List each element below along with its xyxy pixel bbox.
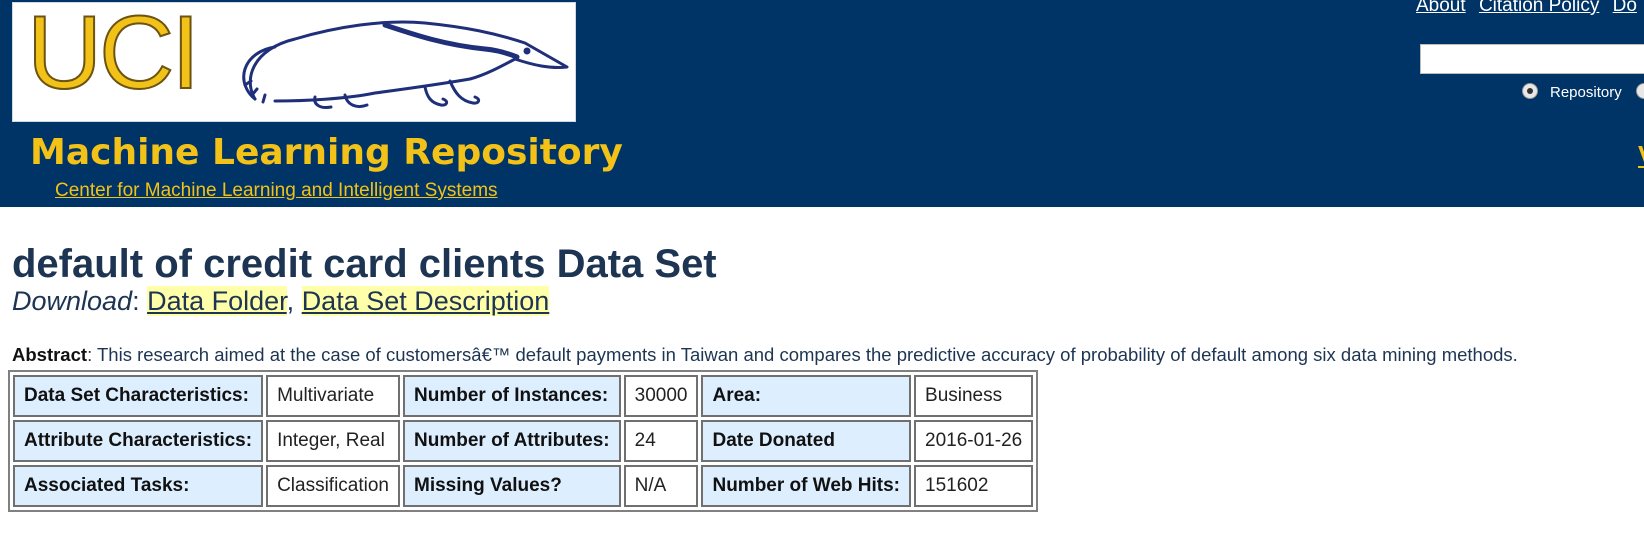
value-number-of-attributes: 24	[623, 420, 699, 462]
value-missing-values: N/A	[623, 465, 699, 507]
center-link[interactable]: Center for Machine Learning and Intellig…	[55, 180, 498, 202]
label-number-of-attributes: Number of Attributes:	[403, 420, 621, 462]
dataset-info-table: Data Set Characteristics: Multivariate N…	[8, 370, 1039, 512]
top-nav: About Citation Policy Do	[1416, 0, 1644, 17]
radio-repository-label: Repository	[1550, 84, 1622, 101]
label-attribute-characteristics: Attribute Characteristics:	[13, 420, 264, 462]
site-header: UCI Machine Learning Repository Center f…	[0, 0, 1644, 207]
nav-link-citation-policy[interactable]: Citation Policy	[1479, 0, 1599, 16]
label-data-set-characteristics: Data Set Characteristics:	[13, 375, 264, 417]
table-row: Associated Tasks: Classification Missing…	[13, 465, 1034, 507]
data-set-description-link[interactable]: Data Set Description	[301, 286, 550, 316]
site-title: Machine Learning Repository	[30, 132, 623, 173]
abstract-text: : This research aimed at the case of cus…	[87, 344, 1518, 365]
value-area: Business	[914, 375, 1034, 417]
radio-web[interactable]	[1636, 83, 1644, 99]
label-date-donated: Date Donated	[701, 420, 912, 462]
download-label: Download	[12, 286, 133, 316]
value-number-of-web-hits: 151602	[914, 465, 1034, 507]
anteater-icon	[242, 20, 569, 109]
value-number-of-instances: 30000	[623, 375, 699, 417]
value-associated-tasks: Classification	[266, 465, 400, 507]
uci-logo[interactable]: UCI	[12, 2, 576, 122]
radio-repository[interactable]	[1522, 83, 1538, 99]
radio-selected-dot	[1527, 88, 1533, 94]
value-date-donated: 2016-01-26	[914, 420, 1034, 462]
search-input[interactable]	[1420, 44, 1644, 74]
view-link[interactable]: V	[1638, 140, 1644, 171]
logo-text: UCI	[26, 2, 201, 112]
abstract: Abstract: This research aimed at the cas…	[12, 344, 1518, 366]
nav-link-donate[interactable]: Do	[1613, 0, 1637, 16]
value-data-set-characteristics: Multivariate	[266, 375, 400, 417]
label-associated-tasks: Associated Tasks:	[13, 465, 264, 507]
label-missing-values: Missing Values?	[403, 465, 621, 507]
table-row: Data Set Characteristics: Multivariate N…	[13, 375, 1034, 417]
nav-link-about[interactable]: About	[1416, 0, 1466, 16]
table-row: Attribute Characteristics: Integer, Real…	[13, 420, 1034, 462]
label-number-of-instances: Number of Instances:	[403, 375, 621, 417]
download-line: Download: Data Folder, Data Set Descript…	[12, 286, 550, 316]
abstract-label: Abstract	[12, 344, 88, 365]
value-attribute-characteristics: Integer, Real	[266, 420, 400, 462]
label-area: Area:	[701, 375, 912, 417]
page-title: default of credit card clients Data Set	[12, 242, 717, 286]
data-folder-link[interactable]: Data Folder	[147, 286, 287, 316]
label-number-of-web-hits: Number of Web Hits:	[701, 465, 912, 507]
